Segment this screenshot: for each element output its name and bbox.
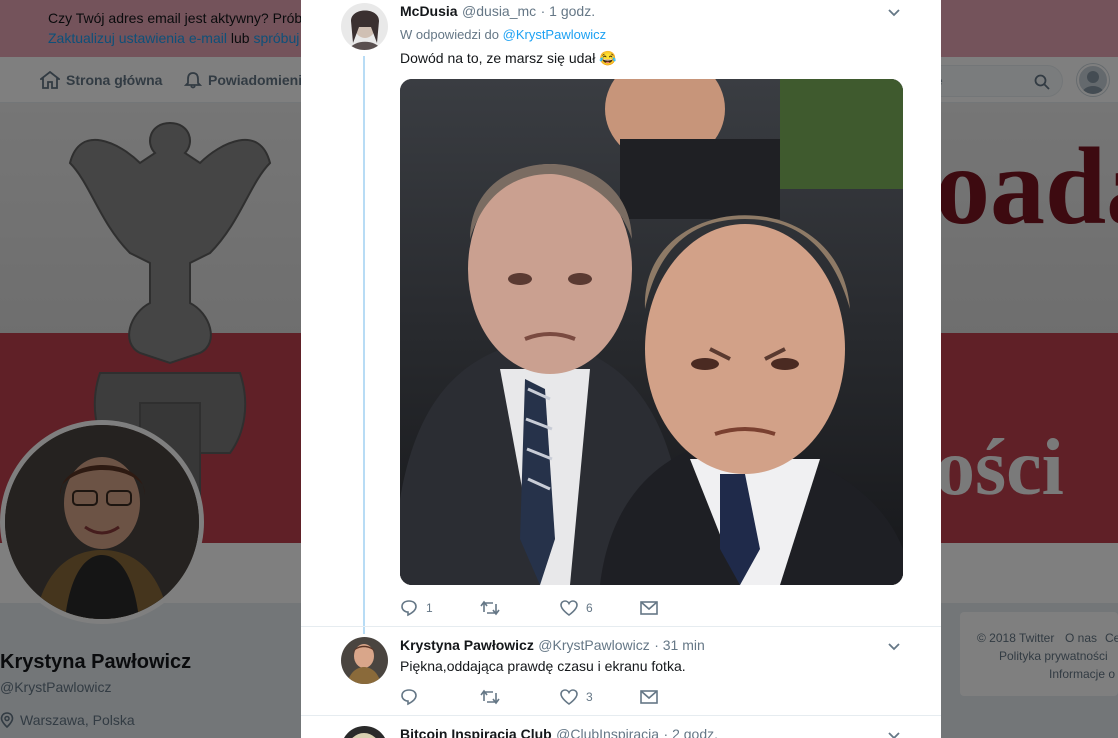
tweet-author-name[interactable]: McDusia [400,3,458,19]
reply-button[interactable]: 1 [400,599,480,617]
tweet-text: Dowód na to, ze marsz się udał 😂 [400,50,617,66]
tweet-header: McDusia @dusia_mc · 1 godz. [400,3,595,21]
chevron-down-icon[interactable] [886,5,902,21]
tweet-mcdusia[interactable]: McDusia @dusia_mc · 1 godz. W odpowiedzi… [301,0,941,626]
reply-icon [401,600,417,617]
tweet-avatar[interactable] [341,726,388,738]
retweet-button[interactable] [480,689,560,705]
reply-context-prefix: W odpowiedzi do [400,27,503,42]
tweet-author-handle[interactable]: @ClubInspiracja [556,726,659,738]
tweet-header: Krystyna Pawłowicz @KrystPawlowicz · 31 … [400,637,705,655]
retweet-button[interactable] [480,600,560,616]
tweet-author-handle[interactable]: @dusia_mc [462,3,536,19]
tweet-thread-modal: McDusia @dusia_mc · 1 godz. W odpowiedzi… [301,0,941,738]
chevron-down-icon[interactable] [886,728,902,738]
tweet-avatar[interactable] [341,637,388,684]
retweet-icon [480,689,500,705]
like-count: 6 [586,601,593,615]
tweet-author-name[interactable]: Krystyna Pawłowicz [400,637,534,653]
reply-context: W odpowiedzi do @KrystPawlowicz [400,27,606,42]
mcdusia-avatar-image [341,3,388,50]
tweet-avatar[interactable] [341,3,388,50]
like-button[interactable]: 3 [560,689,640,705]
reply-button[interactable] [400,688,480,706]
like-count: 3 [586,690,593,704]
tweet-photo[interactable] [400,79,903,585]
envelope-icon [640,601,658,615]
chevron-down-icon[interactable] [886,639,902,655]
like-button[interactable]: 6 [560,600,640,616]
reply-count: 1 [426,601,433,615]
tweet-krystyna[interactable]: Krystyna Pawłowicz @KrystPawlowicz · 31 … [301,627,941,715]
retweet-icon [480,600,500,616]
heart-icon [560,600,578,616]
reply-to-link[interactable]: @KrystPawlowicz [503,27,607,42]
tweet-timestamp[interactable]: · 2 godz. [664,726,718,738]
direct-message-button[interactable] [640,690,720,704]
two-men-photo-image [400,79,903,585]
reply-icon [401,689,417,706]
envelope-icon [640,690,658,704]
bitcoin-club-avatar-image [341,726,388,738]
tweet-bitcoin-inspiracja[interactable]: Bitcoin Inspiracja Club @ClubInspiracja … [301,716,941,738]
tweet-timestamp[interactable]: · 31 min [654,637,705,653]
tweet-author-handle[interactable]: @KrystPawlowicz [538,637,649,653]
tweet-header: Bitcoin Inspiracja Club @ClubInspiracja … [400,726,718,738]
tweet-text: Piękna,oddająca prawdę czasu i ekranu fo… [400,658,686,674]
krystyna-avatar-image [341,637,388,684]
direct-message-button[interactable] [640,601,720,615]
tweet-author-name[interactable]: Bitcoin Inspiracja Club [400,726,552,738]
tweet-actions: 3 [400,688,720,706]
tweet-timestamp[interactable]: · 1 godz. [541,3,595,19]
heart-icon [560,689,578,705]
tweet-actions: 1 6 [400,599,720,617]
